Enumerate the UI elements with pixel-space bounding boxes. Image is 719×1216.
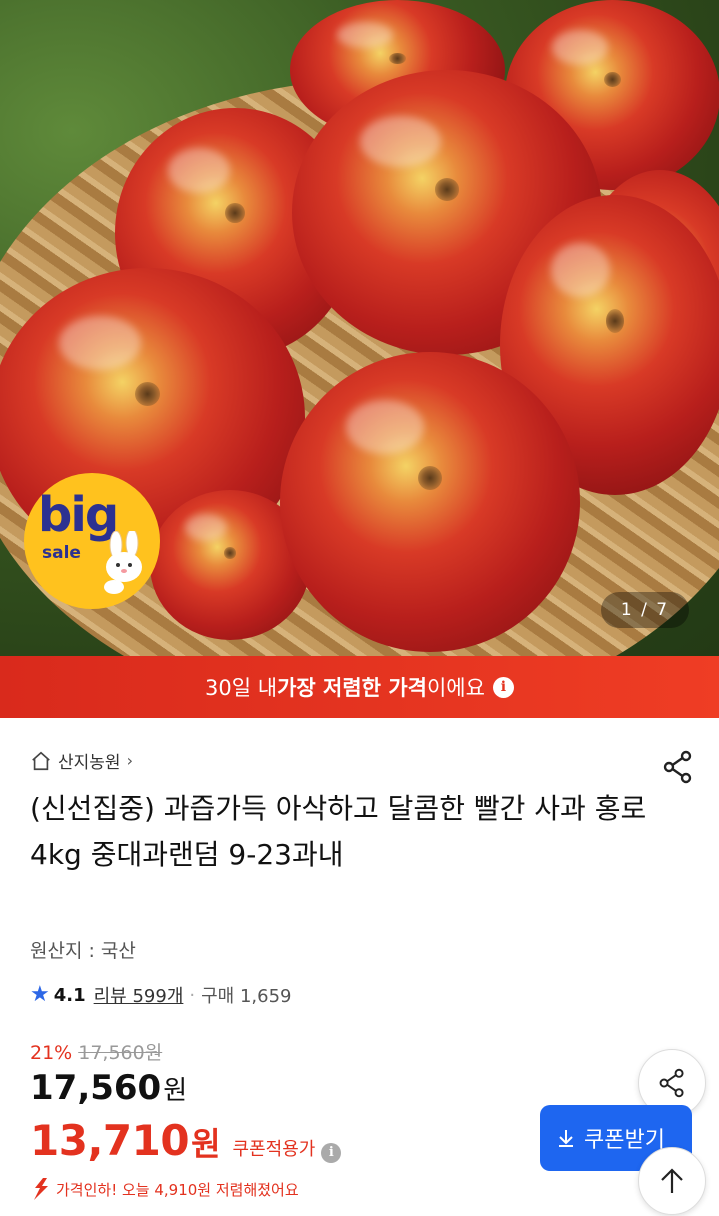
info-icon[interactable]: i <box>492 676 514 698</box>
apple-image <box>280 352 580 652</box>
rating-row: ★ 4.1 리뷰 599개 · 구매 1,659 <box>30 982 292 1008</box>
coupon-price: 13,710 원 쿠폰적용가 i <box>30 1116 342 1165</box>
rating-score: 4.1 <box>53 984 86 1006</box>
download-icon <box>559 1130 573 1147</box>
share-icon <box>659 1068 684 1098</box>
origin-text: 원산지 : 국산 <box>30 940 136 962</box>
share-icon[interactable] <box>662 750 694 784</box>
badge-sale-text: sale <box>42 543 81 563</box>
coupon-price-unit: 원 <box>191 1125 221 1163</box>
sale-price: 17,560원 <box>30 1068 187 1108</box>
discount-row: 21% 17,560원 <box>30 1038 162 1065</box>
price-down-arrow-icon <box>34 1178 48 1200</box>
home-icon <box>32 751 50 770</box>
store-link[interactable]: 산지농원 › <box>30 748 133 773</box>
product-title: (신선집중) 과즙가득 아삭하고 달콤한 빨간 사과 홍로 4kg 중대과랜덤 … <box>30 792 647 871</box>
bunny-icon <box>104 531 142 594</box>
get-coupon-label: 쿠폰받기 <box>584 1128 665 1153</box>
banner-prefix: 30일 내 <box>205 676 278 700</box>
banner-highlight: 가장 저렴한 가격 <box>277 676 427 700</box>
store-name: 산지농원 <box>58 753 121 773</box>
product-image-carousel[interactable]: big sale 1 / 7 <box>0 0 719 656</box>
lowest-price-banner[interactable]: 30일 내 가장 저렴한 가격 이에요 i <box>0 656 719 718</box>
chevron-right-icon: › <box>126 751 133 770</box>
big-sale-badge: big sale <box>24 473 160 609</box>
coupon-price-label: 쿠폰적용가 <box>232 1139 316 1160</box>
separator-dot: · <box>189 984 196 1006</box>
reviews-link[interactable]: 리뷰 599개 <box>94 982 184 1008</box>
info-icon[interactable]: i <box>321 1142 342 1163</box>
purchase-count: 구매 1,659 <box>201 986 292 1007</box>
price-drop-message: 가격인하! 오늘 4,910원 저렴해졌어요 <box>32 1178 299 1200</box>
coupon-price-number: 13,710 <box>30 1116 190 1165</box>
original-price: 17,560원 <box>78 1042 163 1064</box>
sale-price-unit: 원 <box>163 1076 188 1106</box>
price-drop-text: 가격인하! 오늘 4,910원 저렴해졌어요 <box>56 1180 299 1199</box>
discount-percent: 21% <box>30 1042 73 1064</box>
image-counter: 1 / 7 <box>601 592 689 628</box>
star-icon: ★ <box>30 982 50 1007</box>
sale-price-number: 17,560 <box>30 1068 162 1108</box>
arrow-up-icon <box>661 1168 683 1193</box>
scroll-to-top-button[interactable] <box>638 1147 706 1215</box>
banner-suffix: 이에요 <box>426 676 485 700</box>
